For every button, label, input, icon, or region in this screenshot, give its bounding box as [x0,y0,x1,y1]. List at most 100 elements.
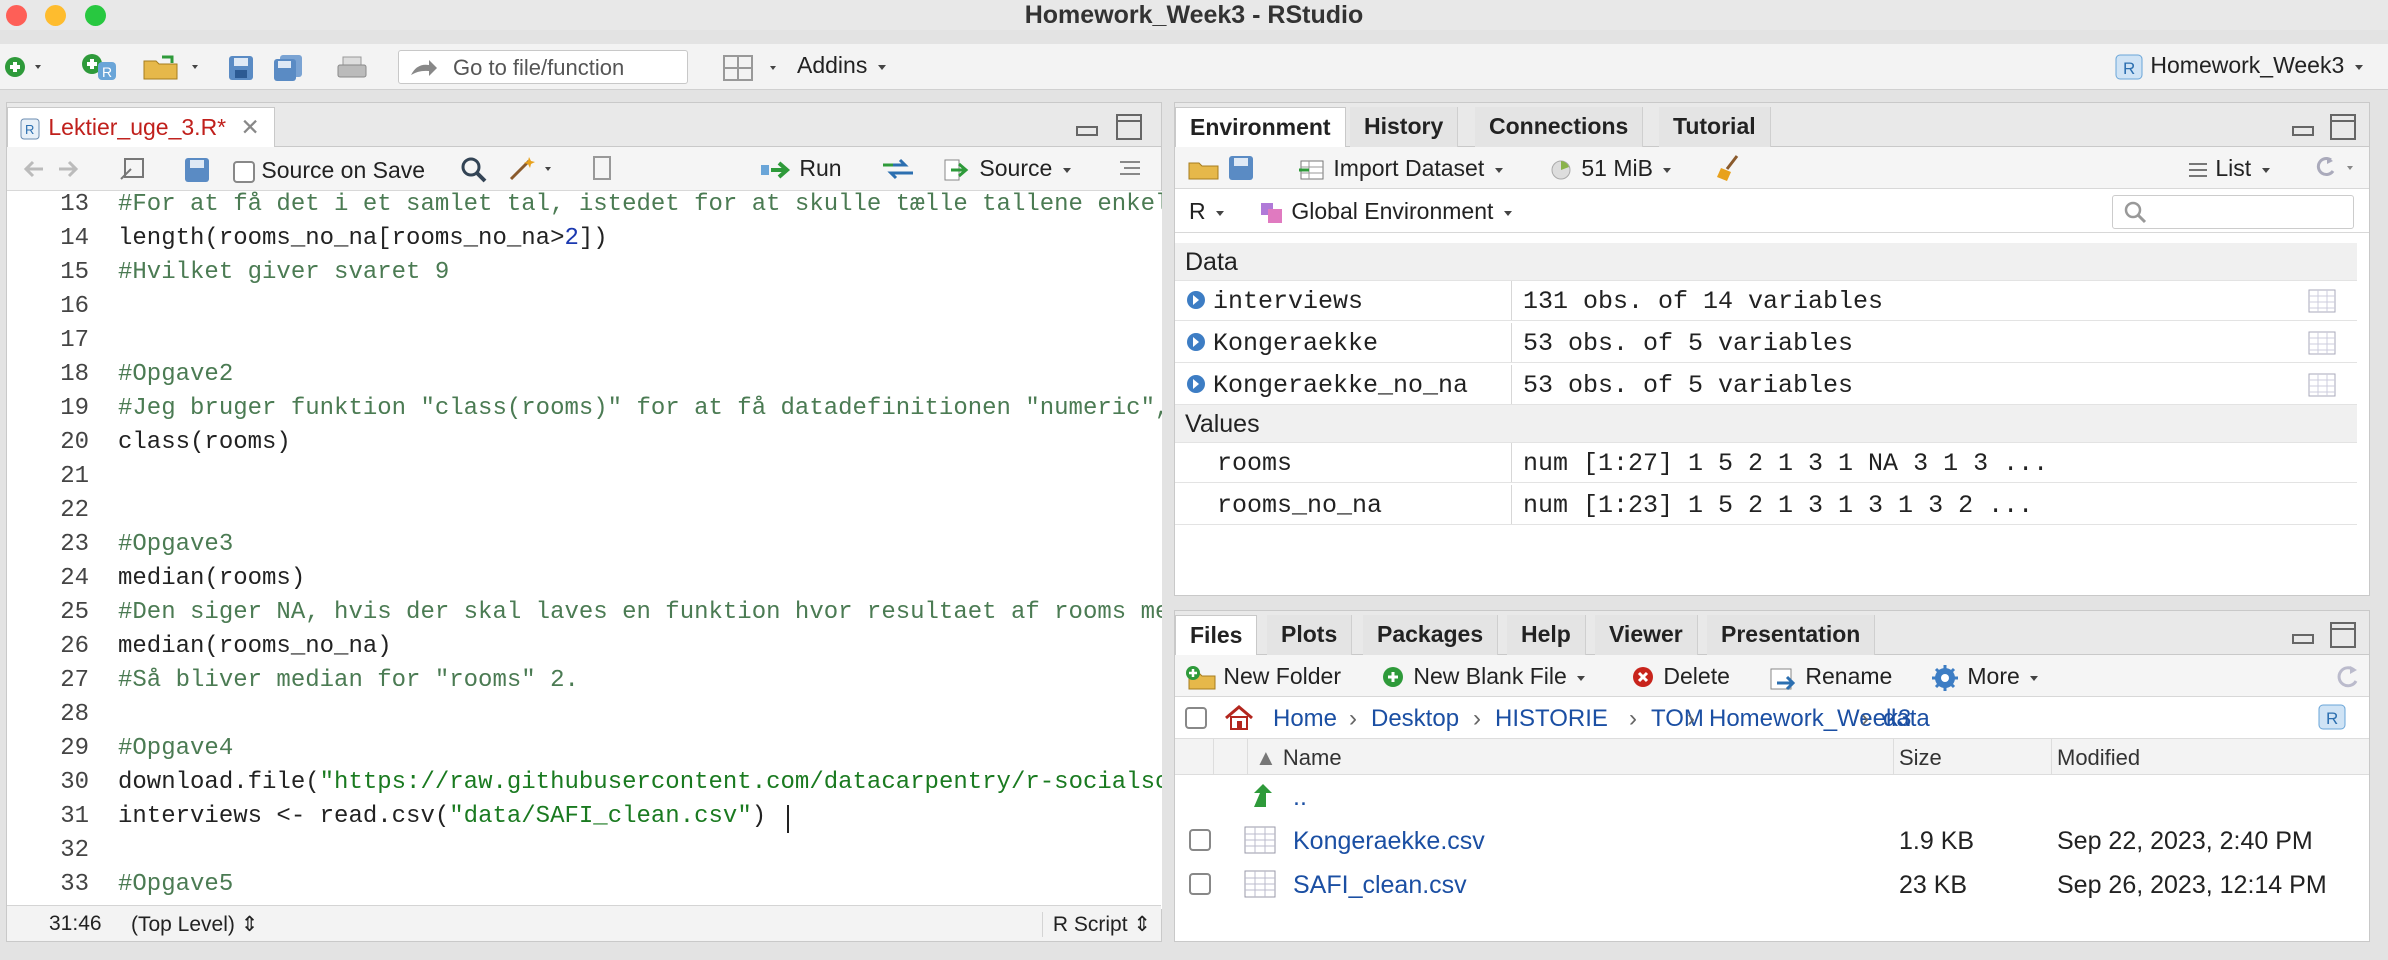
size-column-header[interactable]: Size [1899,745,1942,771]
search-icon [2124,201,2147,224]
breadcrumb-item[interactable]: Homework_Week3 [1709,705,1911,733]
file-row[interactable]: SAFI_clean.csv 23 KB Sep 26, 2023, 12:14 P… [1175,863,2357,907]
code-token: #Opgave4 [118,735,234,762]
code-line: #Hvilket giver svaret 9 [118,259,449,286]
refresh-files-icon[interactable] [2331,663,2363,691]
minimize-window-button[interactable] [45,5,66,26]
goto-file-input[interactable]: Go to file/function [398,50,688,84]
new-project-icon[interactable]: R [80,52,120,82]
expand-icon[interactable] [1185,331,1207,353]
tab-presentation[interactable]: Presentation [1707,615,1876,655]
import-dataset-button[interactable]: Import Dataset [1299,155,1507,182]
minimize-pane-icon[interactable] [2291,115,2315,139]
breadcrumb-item[interactable]: TOM [1651,705,1704,733]
file-modified: Sep 26, 2023, 12:14 PM [2057,871,2327,899]
more-button[interactable]: More [1931,663,2042,692]
project-menu[interactable]: R Homework_Week3 [2114,52,2367,81]
tab-environment[interactable]: Environment [1175,107,1346,147]
value-row[interactable]: rooms num [1:27] 1 5 2 1 3 1 NA 3 1 3 ... [1175,443,2357,483]
save-all-icon[interactable] [272,54,306,82]
save-icon[interactable] [226,54,256,82]
run-button[interactable]: Run [759,155,842,182]
view-table-icon[interactable] [2307,330,2337,356]
expand-icon[interactable] [1185,289,1207,311]
object-value: num [1:23] 1 5 2 1 3 1 3 1 3 2 ... [1523,491,2034,520]
close-tab-icon[interactable]: ✕ [241,114,260,140]
environment-pane: Environment History Connections Tutorial… [1174,102,2370,596]
gear-icon [1932,664,1958,691]
breadcrumb-item[interactable]: Home [1273,705,1337,733]
tab-tutorial[interactable]: Tutorial [1659,107,1771,147]
expand-icon[interactable] [1185,373,1207,395]
tab-packages[interactable]: Packages [1363,615,1499,655]
code-token: #Opgave3 [118,531,234,558]
save-file-icon[interactable] [183,157,211,183]
close-window-button[interactable] [6,5,27,26]
maximize-pane-icon[interactable] [1115,113,1143,141]
go-to-project-icon[interactable]: R [2317,703,2347,731]
load-workspace-icon[interactable] [1187,155,1221,181]
outline-icon[interactable] [1117,157,1143,181]
select-all-checkbox[interactable] [1185,707,1207,729]
code-editor[interactable]: 13 14 15 16 17 18 19 20 21 22 23 24 25 26 27 28 29 30 31 32… [7,191,1162,909]
refresh-icon[interactable] [2311,155,2361,181]
tab-plots[interactable]: Plots [1267,615,1353,655]
find-icon[interactable] [459,155,489,183]
minimize-pane-icon[interactable] [2291,623,2315,647]
data-row[interactable]: interviews 131 obs. of 14 variables [1175,281,2357,321]
file-name-link[interactable]: SAFI_clean.csv [1293,871,1467,900]
save-workspace-icon[interactable] [1227,155,1255,181]
show-in-window-icon[interactable] [119,157,147,183]
memory-usage-button[interactable]: 51 MiB [1549,155,1675,182]
language-selector[interactable]: R [1189,198,1228,225]
tab-connections[interactable]: Connections [1475,107,1644,147]
addins-menu[interactable]: Addins [797,52,890,79]
tab-lektier-uge-3[interactable]: R Lektier_uge_3.R* ✕ [7,107,275,147]
parent-directory-row[interactable]: .. [1175,777,2369,817]
new-file-icon[interactable] [2,54,46,80]
name-column-header[interactable]: ▲ Name [1255,745,1342,771]
open-file-icon[interactable] [142,53,204,81]
code-tools-icon[interactable] [507,155,557,183]
breadcrumb-item[interactable]: data [1883,705,1930,733]
tab-viewer[interactable]: Viewer [1595,615,1698,655]
delete-button[interactable]: Delete [1631,663,1730,691]
file-checkbox[interactable] [1189,873,1211,895]
file-checkbox[interactable] [1189,829,1211,851]
forward-icon[interactable] [55,157,81,181]
value-row[interactable]: rooms_no_na num [1:23] 1 5 2 1 3 1 3 1 3 … [1175,485,2357,525]
back-icon[interactable] [21,157,47,181]
new-blank-file-button[interactable]: New Blank File [1381,663,1589,691]
tab-history[interactable]: History [1350,107,1459,147]
workspace-panes-icon[interactable] [722,54,782,82]
object-name: interviews [1213,287,1364,316]
scope-selector[interactable]: (Top Level) ⇕ [131,912,258,937]
minimize-pane-icon[interactable] [1075,115,1099,139]
view-table-icon[interactable] [2307,288,2337,314]
source-on-save-checkbox[interactable]: Source on Save [233,157,425,184]
maximize-window-button[interactable] [85,5,106,26]
maximize-pane-icon[interactable] [2329,621,2357,649]
list-view-button[interactable]: List [2187,155,2274,182]
compile-report-icon[interactable] [591,155,615,183]
tab-help[interactable]: Help [1507,615,1586,655]
env-search-input[interactable] [2112,195,2354,229]
source-button[interactable]: Source [943,155,1075,182]
maximize-pane-icon[interactable] [2329,113,2357,141]
breadcrumb-item[interactable]: HISTORIE [1495,705,1608,733]
file-row[interactable]: Kongeraekke.csv 1.9 KB Sep 22, 2023, 2:40 … [1175,819,2357,863]
file-name-link[interactable]: Kongeraekke.csv [1293,827,1485,856]
new-folder-button[interactable]: New Folder [1185,663,1341,691]
modified-column-header[interactable]: Modified [2057,745,2140,771]
data-row[interactable]: Kongeraekke_no_na 53 obs. of 5 variables [1175,365,2357,405]
breadcrumb-item[interactable]: Desktop [1371,705,1459,733]
file-type-selector[interactable]: R Script ⇕ [1041,912,1151,937]
tab-files[interactable]: Files [1175,615,1258,655]
clear-workspace-icon[interactable] [1715,153,1745,183]
rename-button[interactable]: Rename [1769,663,1892,691]
print-icon[interactable] [336,54,368,82]
rerun-icon[interactable] [879,157,917,181]
environment-selector[interactable]: Global Environment [1259,198,1516,225]
data-row[interactable]: Kongeraekke 53 obs. of 5 variables [1175,323,2357,363]
view-table-icon[interactable] [2307,372,2337,398]
